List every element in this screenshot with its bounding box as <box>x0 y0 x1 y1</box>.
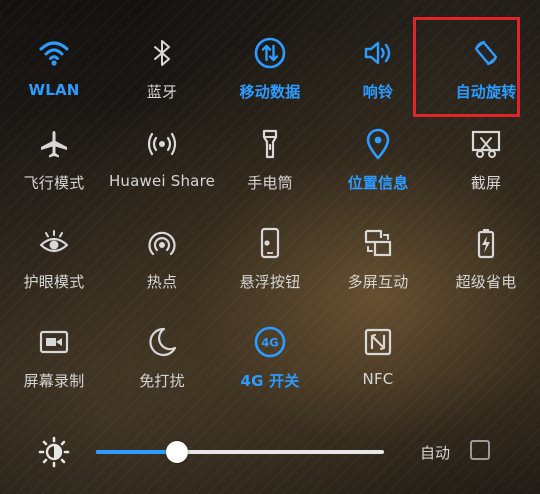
airplane-icon <box>37 127 71 161</box>
mobile-data-icon <box>253 36 287 70</box>
toggle-bluetooth[interactable]: 蓝牙 <box>108 0 216 126</box>
screen-record-icon <box>37 325 71 359</box>
toggle-screenshot[interactable]: 截屏 <box>432 126 540 225</box>
brightness-slider-thumb[interactable] <box>165 441 188 463</box>
flashlight-icon <box>253 127 287 161</box>
brightness-slider-fill <box>96 450 177 454</box>
toggle-label: 蓝牙 <box>146 83 178 101</box>
toggle-label: 响铃 <box>362 83 394 101</box>
toggle-airplane-mode[interactable]: 飞行模式 <box>0 126 108 225</box>
4g-icon: 4G <box>253 325 287 359</box>
bluetooth-icon <box>145 36 179 70</box>
toggle-label: 热点 <box>146 273 178 291</box>
toggle-multi-screen[interactable]: 多屏互动 <box>324 225 432 324</box>
toggle-4g[interactable]: 4G 4G 开关 <box>216 324 324 423</box>
toggle-nfc[interactable]: NFC <box>324 324 432 423</box>
toggle-hotspot[interactable]: 热点 <box>108 225 216 324</box>
toggle-label: 位置信息 <box>347 174 409 192</box>
toggle-label: 超级省电 <box>455 273 517 291</box>
nfc-icon <box>361 325 395 359</box>
toggle-auto-rotate[interactable]: 自动旋转 <box>432 0 540 126</box>
svg-text:4G: 4G <box>261 336 278 350</box>
toggle-label: 免打扰 <box>139 372 185 390</box>
hotspot-icon <box>145 226 179 260</box>
toggle-eye-comfort[interactable]: 护眼模式 <box>0 225 108 324</box>
ringer-icon <box>361 36 395 70</box>
toggle-label: 屏幕录制 <box>23 372 85 390</box>
toggle-mobile-data[interactable]: 移动数据 <box>216 0 324 126</box>
toggle-label: 悬浮按钮 <box>239 273 301 291</box>
toggle-label: NFC <box>362 370 394 388</box>
empty-slot <box>432 324 540 423</box>
do-not-disturb-icon <box>145 325 179 359</box>
floating-button-icon <box>253 226 287 260</box>
toggle-label: 护眼模式 <box>23 273 85 291</box>
multi-screen-icon <box>361 226 395 260</box>
location-icon <box>361 127 395 161</box>
toggle-label: 截屏 <box>470 174 502 192</box>
toggle-huawei-share[interactable]: Huawei Share <box>108 126 216 225</box>
toggle-label: 手电筒 <box>247 174 293 192</box>
wifi-icon <box>37 36 71 70</box>
toggle-label: 多屏互动 <box>347 273 409 291</box>
screenshot-icon <box>469 127 503 161</box>
toggle-ringer[interactable]: 响铃 <box>324 0 432 126</box>
toggle-grid: WLAN 蓝牙 移动数据 响铃 自动旋转 飞行模式 Huawei Share 手… <box>0 0 540 423</box>
auto-brightness-checkbox[interactable] <box>470 440 490 460</box>
brightness-icon <box>38 436 70 468</box>
toggle-label: 自动旋转 <box>455 83 517 101</box>
toggle-wlan[interactable]: WLAN <box>0 0 108 126</box>
toggle-power-saving[interactable]: 超级省电 <box>432 225 540 324</box>
auto-rotate-icon <box>469 36 503 70</box>
toggle-label: 移动数据 <box>239 83 301 101</box>
toggle-label: Huawei Share <box>108 172 216 190</box>
auto-brightness-label: 自动 <box>420 444 451 462</box>
eye-comfort-icon <box>37 226 71 260</box>
huawei-share-icon <box>145 127 179 161</box>
toggle-label: WLAN <box>28 81 80 99</box>
quick-settings-panel: WLAN 蓝牙 移动数据 响铃 自动旋转 飞行模式 Huawei Share 手… <box>0 0 540 494</box>
brightness-slider[interactable] <box>96 441 384 463</box>
toggle-label: 4G 开关 <box>240 372 300 390</box>
brightness-bar: 自动 <box>0 420 540 480</box>
toggle-flashlight[interactable]: 手电筒 <box>216 126 324 225</box>
power-saving-icon <box>469 226 503 260</box>
toggle-do-not-disturb[interactable]: 免打扰 <box>108 324 216 423</box>
toggle-floating-button[interactable]: 悬浮按钮 <box>216 225 324 324</box>
toggle-label: 飞行模式 <box>23 174 85 192</box>
toggle-screen-record[interactable]: 屏幕录制 <box>0 324 108 423</box>
toggle-location[interactable]: 位置信息 <box>324 126 432 225</box>
